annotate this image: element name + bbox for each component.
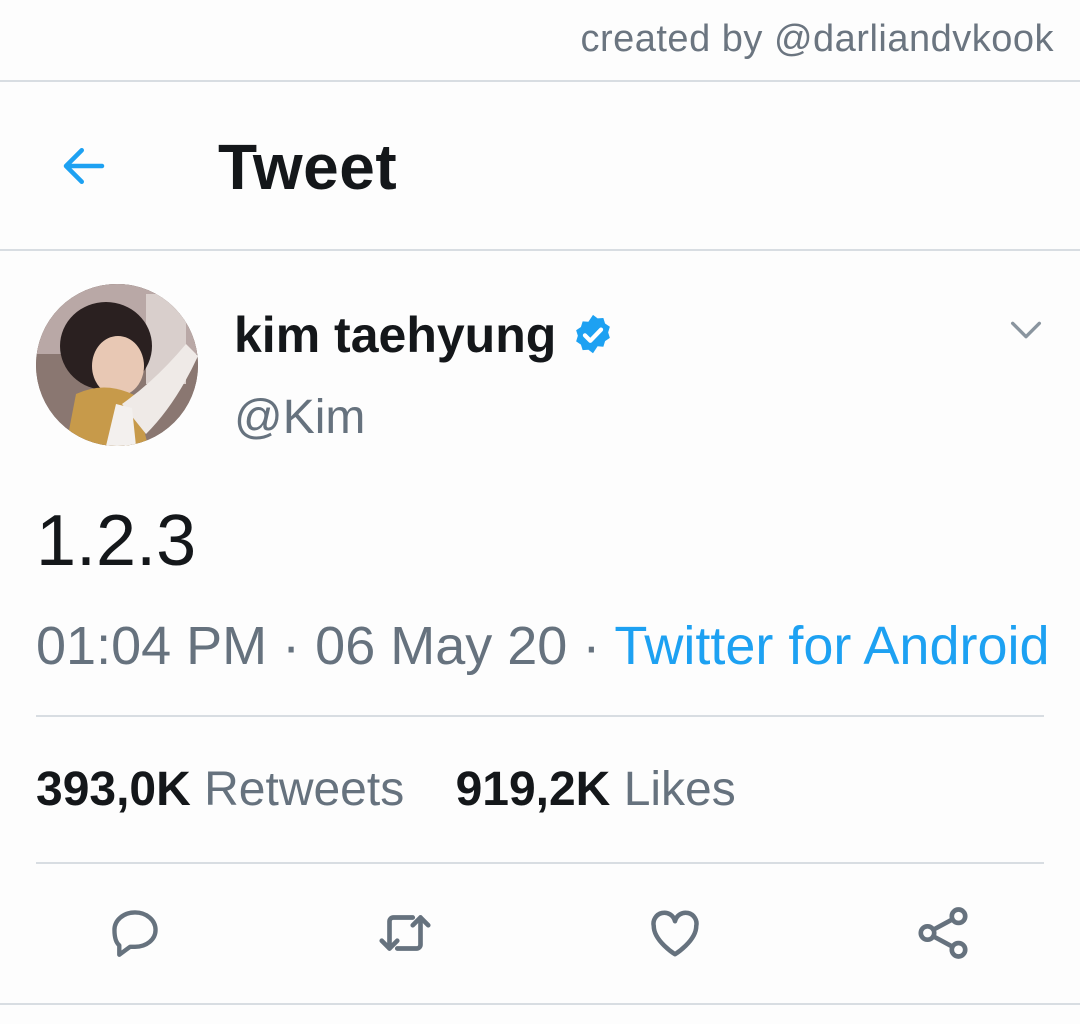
tweet-text: 1.2.3 xyxy=(36,501,197,581)
chevron-down-icon[interactable] xyxy=(1006,310,1046,350)
verified-badge-icon xyxy=(576,314,611,354)
bottom-divider xyxy=(0,1003,1080,1005)
avatar[interactable] xyxy=(36,284,198,446)
arrow-left-icon xyxy=(63,148,105,184)
header-bar: Tweet xyxy=(0,82,1080,250)
retweets-count: 393,0K xyxy=(36,763,191,816)
back-button[interactable] xyxy=(52,134,116,198)
like-button[interactable] xyxy=(640,898,710,968)
retweets-label: Retweets xyxy=(204,763,405,816)
tweet-time: 01:04 PM xyxy=(36,616,268,676)
author-display-name: kim taehyung xyxy=(234,307,557,363)
stats-divider xyxy=(36,862,1044,864)
meta-separator: · xyxy=(582,616,601,676)
likes-stat[interactable]: 919,2K Likes xyxy=(456,762,736,817)
header-divider xyxy=(0,249,1080,251)
tweet-date: 06 May 20 xyxy=(315,616,568,676)
tweet-stats: 393,0K Retweets 919,2K Likes xyxy=(36,762,774,817)
reply-icon xyxy=(112,910,158,957)
like-icon xyxy=(651,910,699,957)
tweet-actions xyxy=(0,898,1080,968)
share-icon xyxy=(918,907,968,959)
likes-label: Likes xyxy=(623,763,736,816)
retweet-icon xyxy=(379,915,431,951)
page-title: Tweet xyxy=(218,131,398,203)
tweet-meta: 01:04 PM · 06 May 20 · Twitter for Andro… xyxy=(36,615,1050,677)
share-button[interactable] xyxy=(908,898,978,968)
avatar-photo xyxy=(36,284,198,446)
meta-separator: · xyxy=(282,616,301,676)
author-display-name-row[interactable]: kim taehyung xyxy=(234,306,616,364)
tweet-source-link[interactable]: Twitter for Android xyxy=(614,616,1049,676)
retweet-button[interactable] xyxy=(370,898,440,968)
reply-button[interactable] xyxy=(100,898,170,968)
watermark: created by @darliandvkook xyxy=(580,18,1054,60)
author-handle[interactable]: @Kim xyxy=(234,390,365,445)
likes-count: 919,2K xyxy=(455,763,611,816)
retweets-stat[interactable]: 393,0K Retweets xyxy=(36,762,404,817)
meta-divider xyxy=(36,715,1044,717)
